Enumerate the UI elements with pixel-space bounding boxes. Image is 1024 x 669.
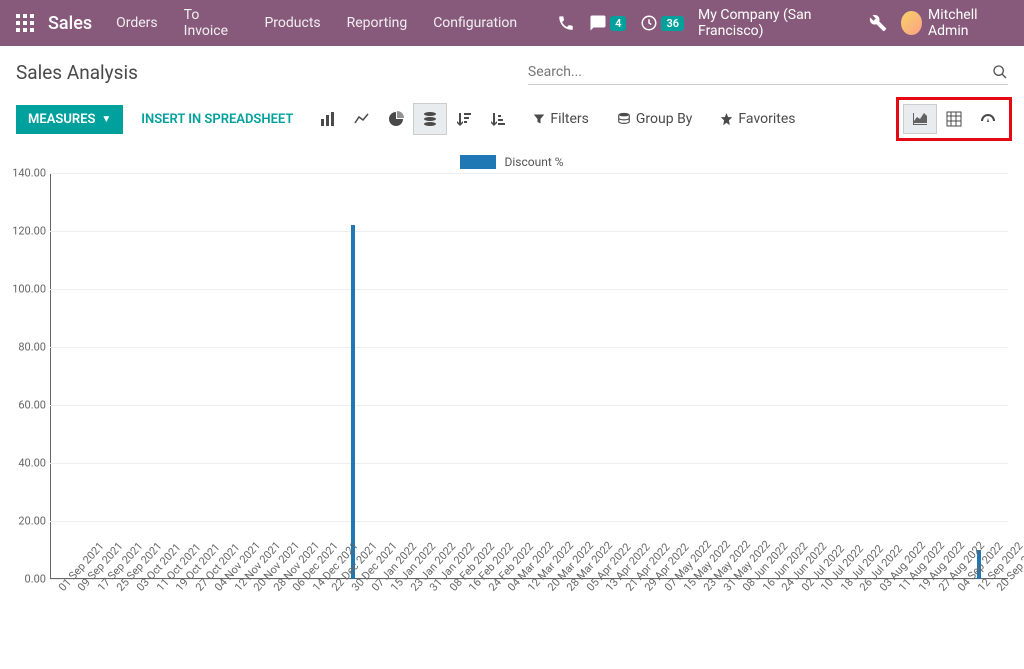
messages-icon[interactable]: 4 [589, 14, 626, 32]
y-tick-label: 0.00 [8, 573, 46, 586]
company-switcher[interactable]: My Company (San Francisco) [698, 7, 855, 39]
subheader: Sales Analysis [0, 46, 1024, 91]
nav-to-invoice[interactable]: To Invoice [184, 7, 239, 39]
pie-chart-button[interactable] [379, 103, 413, 135]
gridline [50, 289, 1008, 290]
stacked-button[interactable] [413, 103, 447, 135]
nav-configuration[interactable]: Configuration [433, 15, 517, 31]
gridline [50, 521, 1008, 522]
voip-icon[interactable] [557, 14, 575, 32]
user-name: Mitchell Admin [928, 7, 1008, 39]
y-tick-label: 140.00 [8, 167, 46, 180]
page-title: Sales Analysis [16, 61, 138, 84]
chart-area: Discount % 0.0020.0040.0060.0080.00100.0… [0, 151, 1024, 669]
chart-plot: 0.0020.0040.0060.0080.00100.00120.00140.… [50, 173, 1008, 579]
nav-reporting[interactable]: Reporting [347, 15, 408, 31]
messages-badge: 4 [610, 16, 626, 31]
sort-asc-button[interactable] [481, 103, 515, 135]
toolbar: MEASURES▼ INSERT IN SPREADSHEET Filters … [0, 91, 1024, 151]
debug-icon[interactable] [869, 14, 887, 32]
activities-icon[interactable]: 36 [640, 14, 684, 32]
gridline [50, 405, 1008, 406]
gridline [50, 173, 1008, 174]
search-bar[interactable] [528, 60, 1008, 85]
brand-title[interactable]: Sales [48, 13, 92, 34]
apps-icon[interactable] [16, 14, 34, 32]
y-tick-label: 80.00 [8, 341, 46, 354]
chart-legend[interactable]: Discount % [10, 155, 1014, 169]
y-tick-label: 100.00 [8, 283, 46, 296]
y-tick-label: 120.00 [8, 225, 46, 238]
y-axis [50, 173, 51, 579]
gridline [50, 463, 1008, 464]
nav-products[interactable]: Products [264, 15, 320, 31]
dashboard-view-button[interactable] [971, 104, 1005, 134]
caret-down-icon: ▼ [101, 114, 111, 125]
pivot-view-button[interactable] [937, 104, 971, 134]
group-by-button[interactable]: Group By [607, 105, 703, 133]
graph-view-button[interactable] [903, 104, 937, 134]
top-navbar: Sales Orders To Invoice Products Reporti… [0, 0, 1024, 46]
search-icon[interactable] [992, 64, 1008, 80]
nav-orders[interactable]: Orders [116, 15, 158, 31]
filters-button[interactable]: Filters [523, 105, 599, 133]
insert-spreadsheet-button[interactable]: INSERT IN SPREADSHEET [131, 105, 303, 134]
gridline [50, 231, 1008, 232]
y-tick-label: 40.00 [8, 457, 46, 470]
bar-chart-button[interactable] [311, 103, 345, 135]
y-tick-label: 20.00 [8, 515, 46, 528]
line-chart-button[interactable] [345, 103, 379, 135]
activities-badge: 36 [661, 16, 684, 31]
favorites-button[interactable]: Favorites [710, 105, 805, 133]
avatar [901, 11, 922, 35]
legend-label: Discount % [504, 155, 563, 169]
user-menu[interactable]: Mitchell Admin [901, 7, 1008, 39]
search-input[interactable] [528, 64, 984, 80]
chart-type-group [311, 103, 515, 135]
measures-button[interactable]: MEASURES ▼ [16, 105, 123, 134]
gridline [50, 347, 1008, 348]
x-axis-labels: 01 Sep 202109 Sep 202117 Sep 202125 Sep … [50, 579, 1008, 669]
measures-label: MEASURES [28, 112, 95, 127]
legend-swatch [460, 155, 496, 169]
view-switcher [896, 97, 1012, 141]
y-tick-label: 60.00 [8, 399, 46, 412]
sort-desc-button[interactable] [447, 103, 481, 135]
chart-bar[interactable] [351, 225, 355, 579]
